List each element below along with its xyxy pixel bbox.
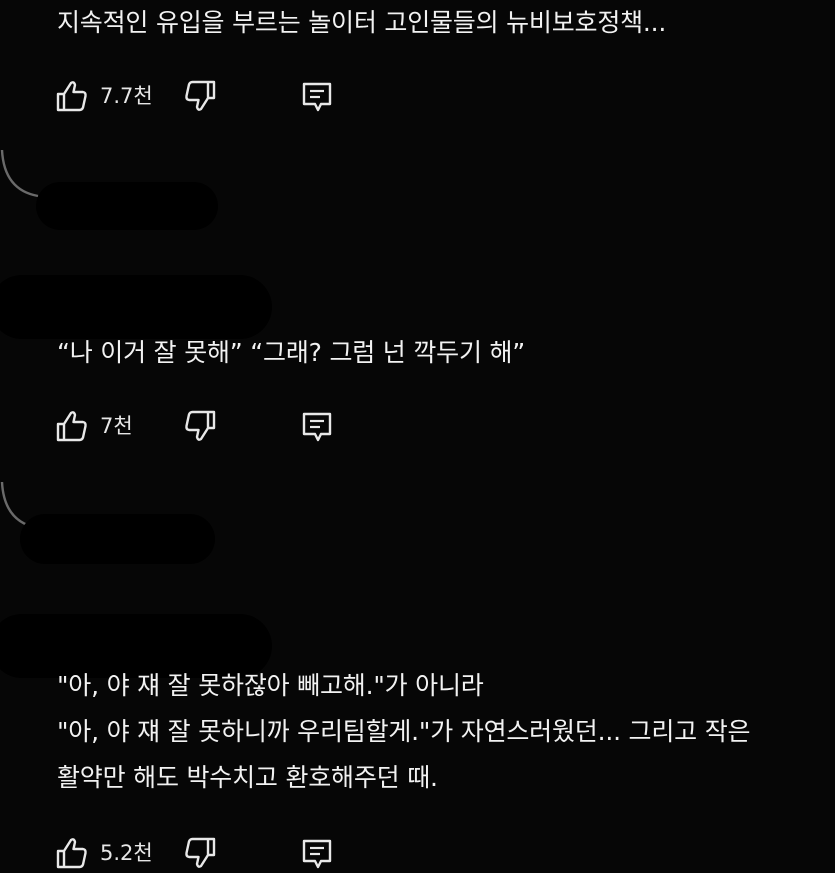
like-count: 5.2천	[100, 841, 153, 865]
comment-line: 활약만 해도 박수치고 환호해주던 때.	[57, 763, 438, 792]
comment-text: "아, 야 쟤 잘 못하잖아 빼고해."가 아니라 "아, 야 쟤 잘 못하니까…	[57, 663, 751, 801]
comment-line: “나 이거 잘 못해” “그래? 그럼 넌 깍두기 해”	[57, 338, 526, 367]
comment-actions: 7.7천	[55, 79, 355, 113]
comment-text: 지속적인 유입을 부르는 놀이터 고인물들의 뉴비보호정책...	[57, 0, 666, 46]
thumbs-down-icon[interactable]	[183, 836, 217, 870]
comment-icon[interactable]	[301, 81, 333, 113]
thumbs-up-icon[interactable]	[55, 836, 89, 870]
thumbs-down-icon[interactable]	[183, 409, 217, 443]
redacted-username	[36, 182, 218, 230]
like-count: 7.7천	[100, 84, 153, 108]
like-count: 7천	[100, 414, 133, 438]
thumbs-down-icon[interactable]	[183, 79, 217, 113]
redacted-username	[20, 514, 215, 564]
comment-icon[interactable]	[301, 411, 333, 443]
comment-line: 지속적인 유입을 부르는 놀이터 고인물들의 뉴비보호정책...	[57, 8, 667, 37]
comment-actions: 7천	[55, 409, 355, 443]
thumbs-up-icon[interactable]	[55, 409, 89, 443]
comment-actions: 5.2천	[55, 836, 355, 870]
comment-icon[interactable]	[301, 838, 333, 870]
comment-line: "아, 야 쟤 잘 못하잖아 빼고해."가 아니라	[57, 671, 484, 700]
comment-text: “나 이거 잘 못해” “그래? 그럼 넌 깍두기 해”	[57, 330, 525, 376]
comment-line: "아, 야 쟤 잘 못하니까 우리팀할게."가 자연스러웠던... 그리고 작은	[57, 717, 751, 746]
thumbs-up-icon[interactable]	[55, 79, 89, 113]
